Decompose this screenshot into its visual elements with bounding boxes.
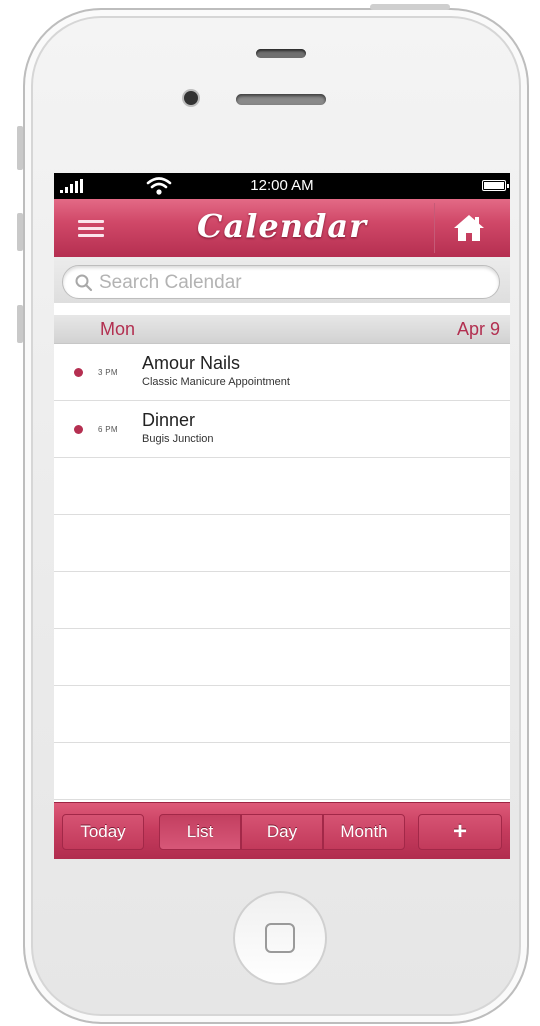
silent-switch — [17, 126, 23, 170]
status-bar: 12:00 AM — [54, 173, 510, 199]
event-row[interactable]: 3 PM Amour Nails Classic Manicure Appoin… — [54, 344, 510, 401]
event-dot — [74, 425, 83, 434]
empty-row — [54, 629, 510, 686]
device-home-button[interactable] — [233, 891, 327, 985]
empty-row — [54, 572, 510, 629]
event-time: 6 PM — [98, 425, 118, 434]
event-dot — [74, 368, 83, 377]
nav-bar: Calendar — [54, 199, 510, 258]
empty-row — [54, 743, 510, 800]
volume-up-button — [17, 213, 23, 251]
event-subtitle: Classic Manicure Appointment — [142, 376, 290, 388]
day-header: Mon Apr 9 — [54, 315, 510, 344]
event-title: Amour Nails — [142, 353, 241, 373]
search-bar — [54, 257, 510, 303]
page-title: Calendar — [197, 207, 367, 245]
status-time: 12:00 AM — [250, 177, 314, 194]
earpiece-speaker — [236, 94, 326, 105]
event-title: Dinner — [142, 410, 196, 430]
empty-row — [54, 515, 510, 572]
sensor — [256, 49, 306, 58]
add-event-button[interactable]: + — [418, 814, 502, 850]
volume-down-button — [17, 305, 23, 343]
tab-day[interactable]: Day — [241, 814, 323, 850]
empty-row — [54, 458, 510, 515]
power-button — [370, 4, 450, 10]
empty-row — [54, 686, 510, 743]
bottom-toolbar: Today List Day Month + — [54, 802, 510, 859]
nav-divider — [434, 203, 435, 253]
event-list: 3 PM Amour Nails Classic Manicure Appoin… — [54, 344, 510, 800]
search-icon — [75, 274, 93, 292]
tab-list[interactable]: List — [159, 814, 241, 850]
today-button[interactable]: Today — [62, 814, 144, 850]
home-icon[interactable] — [452, 213, 486, 243]
front-camera — [184, 91, 198, 105]
event-row[interactable]: 6 PM Dinner Bugis Junction — [54, 401, 510, 458]
tab-month[interactable]: Month — [323, 814, 405, 850]
day-label: Mon — [100, 319, 136, 339]
search-field[interactable] — [62, 265, 500, 299]
event-subtitle: Bugis Junction — [142, 433, 214, 445]
search-input[interactable] — [97, 270, 481, 296]
date-label: Apr 9 — [456, 319, 500, 339]
event-time: 3 PM — [98, 368, 118, 377]
battery-icon — [482, 180, 509, 191]
app-screen: 12:00 AM Calendar Mon Apr 9 3 PM Amour N… — [54, 173, 510, 859]
